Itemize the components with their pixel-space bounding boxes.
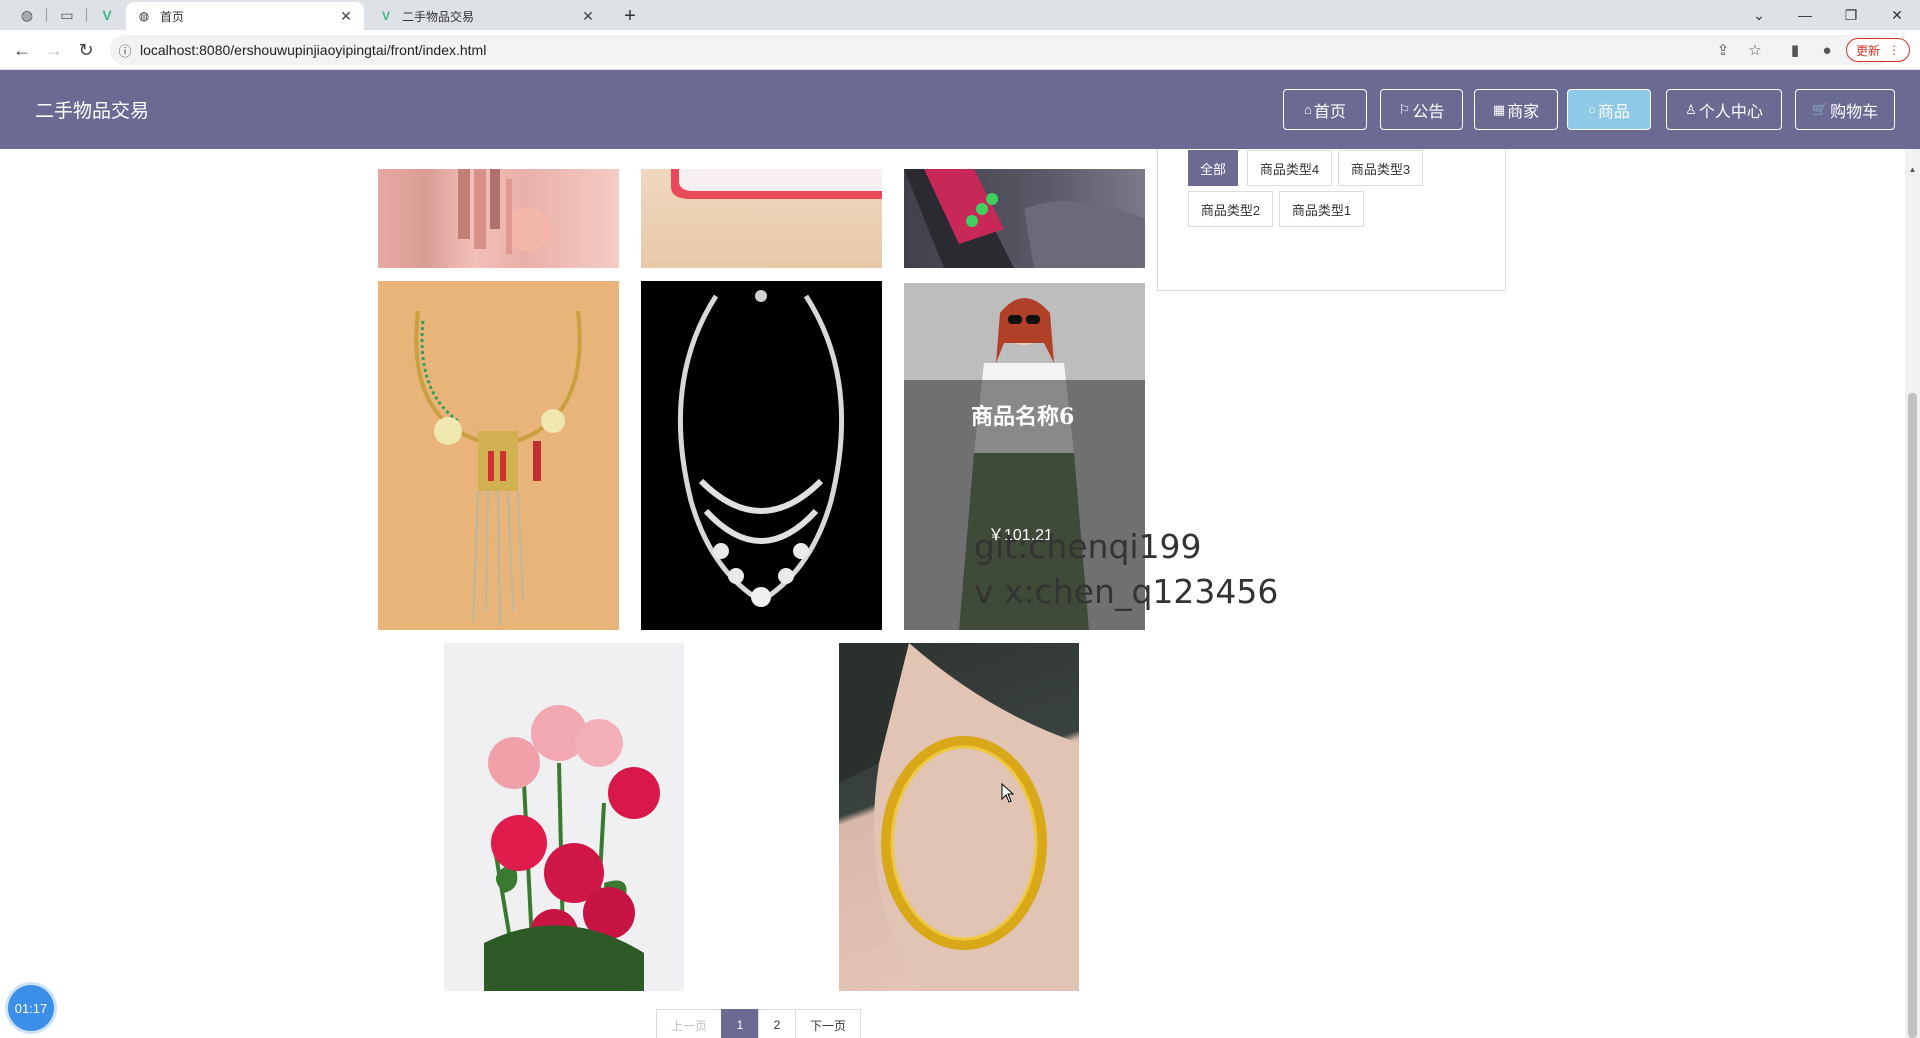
page-1-button[interactable]: 1 (721, 1009, 759, 1038)
tab-secondhand[interactable]: V 二手物品交易 ✕ (368, 2, 606, 30)
product-card-diamond-necklace[interactable] (641, 281, 882, 630)
browser-tab-bar: ◍ ▭ V ◍ 首页 ✕ V 二手物品交易 ✕ + ⌄ — ❐ ✕ (0, 0, 1920, 30)
product-image (677, 290, 845, 607)
next-page-button[interactable]: 下一页 (795, 1009, 861, 1038)
product-image (414, 310, 582, 627)
watermark-line: v x:chen_q123456 (974, 572, 1279, 611)
product-card-gold-bangle[interactable] (839, 643, 1079, 991)
tab-separator (46, 8, 47, 22)
vue-icon[interactable]: V (94, 4, 120, 26)
update-label: 更新 (1855, 43, 1880, 58)
circle-icon: ○ (1588, 102, 1596, 117)
user-icon: ♙ (1685, 101, 1697, 117)
page-2-button[interactable]: 2 (758, 1009, 796, 1038)
category-tag-all[interactable]: 全部 (1188, 150, 1238, 186)
minimize-button[interactable]: — (1782, 0, 1828, 30)
nav-label: 商品 (1597, 103, 1630, 121)
product-card-phone-case[interactable] (641, 169, 882, 268)
main-content: 全部 商品类型4 商品类型3 商品类型2 商品类型1 商品名称6 ￥101.21… (0, 149, 1920, 1038)
nav-goods-button[interactable]: ○ 商品 (1567, 89, 1651, 130)
product-card-gold-necklace[interactable] (378, 281, 619, 630)
product-image (839, 643, 1079, 991)
menu-dots-icon: ⋮ (1888, 43, 1900, 57)
shop-icon: ▦ (1492, 101, 1506, 117)
nav-home-button[interactable]: ⌂ 首页 (1283, 89, 1367, 130)
globe-icon: ◍ (138, 9, 150, 23)
cart-icon: 🛒 (1811, 101, 1829, 117)
category-tag-4[interactable]: 商品类型4 (1247, 150, 1332, 186)
globe-icon[interactable]: ◍ (14, 4, 40, 26)
close-icon[interactable]: ✕ (580, 8, 596, 25)
address-bar[interactable]: ⓘ localhost:8080/ershouwupinjiaoyipingta… (110, 35, 1890, 65)
pagination: 上一页 1 2 下一页 (656, 1009, 861, 1038)
side-panel-icon[interactable]: ▮ (1781, 36, 1809, 64)
reload-button[interactable]: ↻ (72, 36, 100, 64)
info-icon[interactable]: ⓘ (110, 41, 140, 60)
tab-search-icon[interactable]: ⌄ (1736, 0, 1782, 30)
forward-button[interactable]: → (40, 36, 68, 64)
product-image (484, 705, 660, 991)
product-image (671, 169, 882, 199)
nav-label: 公告 (1412, 103, 1445, 121)
product-name: 商品名称6 (971, 404, 1075, 430)
tab-separator (86, 8, 87, 22)
flag-icon: ⚐ (1398, 101, 1411, 117)
product-card-phone[interactable] (904, 169, 1145, 268)
site-header: 二手物品交易 ⌂ 首页 ⚐ 公告 ▦ 商家 ○ 商品 ♙ 个人中心 🛒 购物车 (0, 70, 1920, 149)
scrollbar-thumb[interactable] (1908, 393, 1917, 1038)
home-icon: ⌂ (1304, 102, 1312, 117)
vue-icon: V (381, 9, 390, 23)
url-text[interactable]: localhost:8080/ershouwupinjiaoyipingtai/… (140, 42, 486, 58)
tab-title: 首页 (160, 9, 185, 24)
profile-icon[interactable]: ● (1813, 36, 1841, 64)
product-card-cosmetics[interactable] (378, 169, 619, 268)
blank-page-icon[interactable]: ▭ (54, 4, 80, 26)
share-icon[interactable]: ⇪ (1709, 36, 1737, 64)
window-close-button[interactable]: ✕ (1874, 0, 1920, 30)
prev-page-button[interactable]: 上一页 (656, 1009, 722, 1038)
product-card-roses[interactable] (444, 643, 684, 991)
nav-cart-button[interactable]: 🛒 购物车 (1795, 89, 1895, 130)
nav-notice-button[interactable]: ⚐ 公告 (1380, 89, 1463, 130)
nav-label: 商家 (1507, 103, 1540, 121)
tab-home[interactable]: ◍ 首页 ✕ (126, 2, 364, 30)
scroll-up-arrow-icon[interactable]: ▲ (1905, 165, 1920, 174)
new-tab-button[interactable]: + (616, 2, 644, 30)
timer-badge: 01:17 (8, 985, 54, 1031)
category-filter-panel: 全部 商品类型4 商品类型3 商品类型2 商品类型1 (1157, 149, 1506, 291)
nav-label: 个人中心 (1698, 103, 1763, 121)
nav-label: 首页 (1313, 103, 1346, 121)
nav-profile-button[interactable]: ♙ 个人中心 (1666, 89, 1782, 130)
site-title: 二手物品交易 (35, 101, 150, 122)
address-toolbar: ← → ↻ ⓘ localhost:8080/ershouwupinjiaoyi… (0, 30, 1920, 70)
category-tag-3[interactable]: 商品类型3 (1338, 150, 1423, 186)
restore-button[interactable]: ❐ (1828, 0, 1874, 30)
tab-title: 二手物品交易 (402, 9, 475, 24)
product-image (904, 169, 1145, 268)
update-button[interactable]: 更新 ⋮ (1846, 38, 1910, 62)
nav-merchant-button[interactable]: ▦ 商家 (1474, 89, 1558, 130)
bookmark-star-icon[interactable]: ☆ (1741, 36, 1769, 64)
nav-label: 购物车 (1830, 103, 1879, 121)
close-icon[interactable]: ✕ (338, 8, 354, 25)
category-tag-2[interactable]: 商品类型2 (1188, 191, 1273, 227)
back-button[interactable]: ← (8, 36, 36, 64)
product-image (458, 169, 550, 254)
category-tag-1[interactable]: 商品类型1 (1279, 191, 1364, 227)
watermark-line: git:chenqi199 (974, 527, 1202, 566)
page-scrollbar[interactable]: ▲ (1905, 149, 1920, 1038)
mouse-cursor-icon (1001, 783, 1015, 803)
